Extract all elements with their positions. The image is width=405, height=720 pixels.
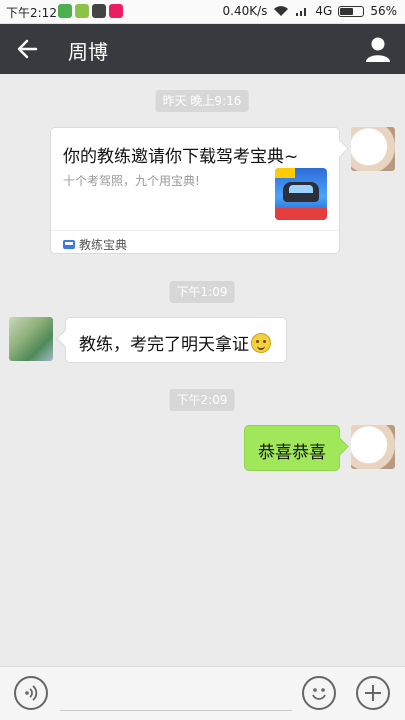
app-notification-icon	[109, 4, 123, 18]
plus-icon	[365, 685, 381, 701]
battery-percent: 56%	[370, 4, 397, 18]
voice-icon	[25, 685, 38, 701]
incoming-message[interactable]: 教练，考完了明天拿证	[65, 317, 287, 363]
emoji-button[interactable]	[302, 676, 336, 710]
source-app-icon	[63, 240, 75, 249]
voice-input-button[interactable]	[14, 676, 48, 710]
status-right: 0.40K/s 4G 56%	[223, 4, 398, 18]
app-notification-icon	[92, 4, 106, 18]
card-divider	[51, 230, 339, 231]
outgoing-message-text: 恭喜恭喜	[258, 443, 326, 463]
person-icon[interactable]	[365, 35, 391, 63]
network-speed: 0.40K/s	[222, 4, 268, 18]
card-title: 你的教练邀请你下载驾考宝典~	[63, 147, 299, 167]
battery-icon	[338, 5, 365, 17]
input-bar	[0, 666, 405, 720]
chat-area[interactable]: 昨天 晚上9:16 你的教练邀请你下载驾考宝典~ 十个考驾照，九个用宝典! 教练…	[0, 74, 405, 666]
timestamp: 下午1:09	[169, 281, 235, 303]
card-source-label: 教练宝典	[79, 238, 128, 252]
outgoing-message[interactable]: 恭喜恭喜	[244, 425, 340, 471]
status-bar: 下午2:12 0.40K/s 4G 56%	[0, 0, 405, 24]
network-type: 4G	[315, 4, 333, 18]
smile-emoji-icon	[251, 333, 271, 353]
message-input[interactable]	[60, 710, 292, 711]
incoming-message-text: 教练，考完了明天拿证	[79, 335, 249, 355]
back-arrow-icon[interactable]	[14, 36, 42, 62]
chat-title: 周博	[68, 40, 108, 64]
invite-card[interactable]: 你的教练邀请你下载驾考宝典~ 十个考驾照，九个用宝典! 教练宝典	[50, 127, 340, 254]
self-avatar[interactable]	[351, 127, 395, 171]
more-options-button[interactable]	[356, 676, 390, 710]
status-time: 下午2:12	[6, 6, 57, 20]
smiley-icon	[312, 688, 326, 700]
status-app-icons	[58, 4, 123, 18]
timestamp: 下午2:09	[169, 389, 235, 411]
app-notification-icon	[58, 4, 72, 18]
self-avatar[interactable]	[351, 425, 395, 469]
card-description: 十个考驾照，九个用宝典!	[63, 174, 200, 188]
app-notification-icon	[75, 4, 89, 18]
wifi-icon	[274, 6, 289, 16]
signal-icon	[296, 8, 307, 16]
title-bar: 周博	[0, 24, 405, 74]
app-thumbnail	[275, 168, 327, 220]
timestamp: 昨天 晚上9:16	[155, 90, 249, 112]
contact-avatar[interactable]	[9, 317, 53, 361]
card-source: 教练宝典	[63, 236, 127, 253]
